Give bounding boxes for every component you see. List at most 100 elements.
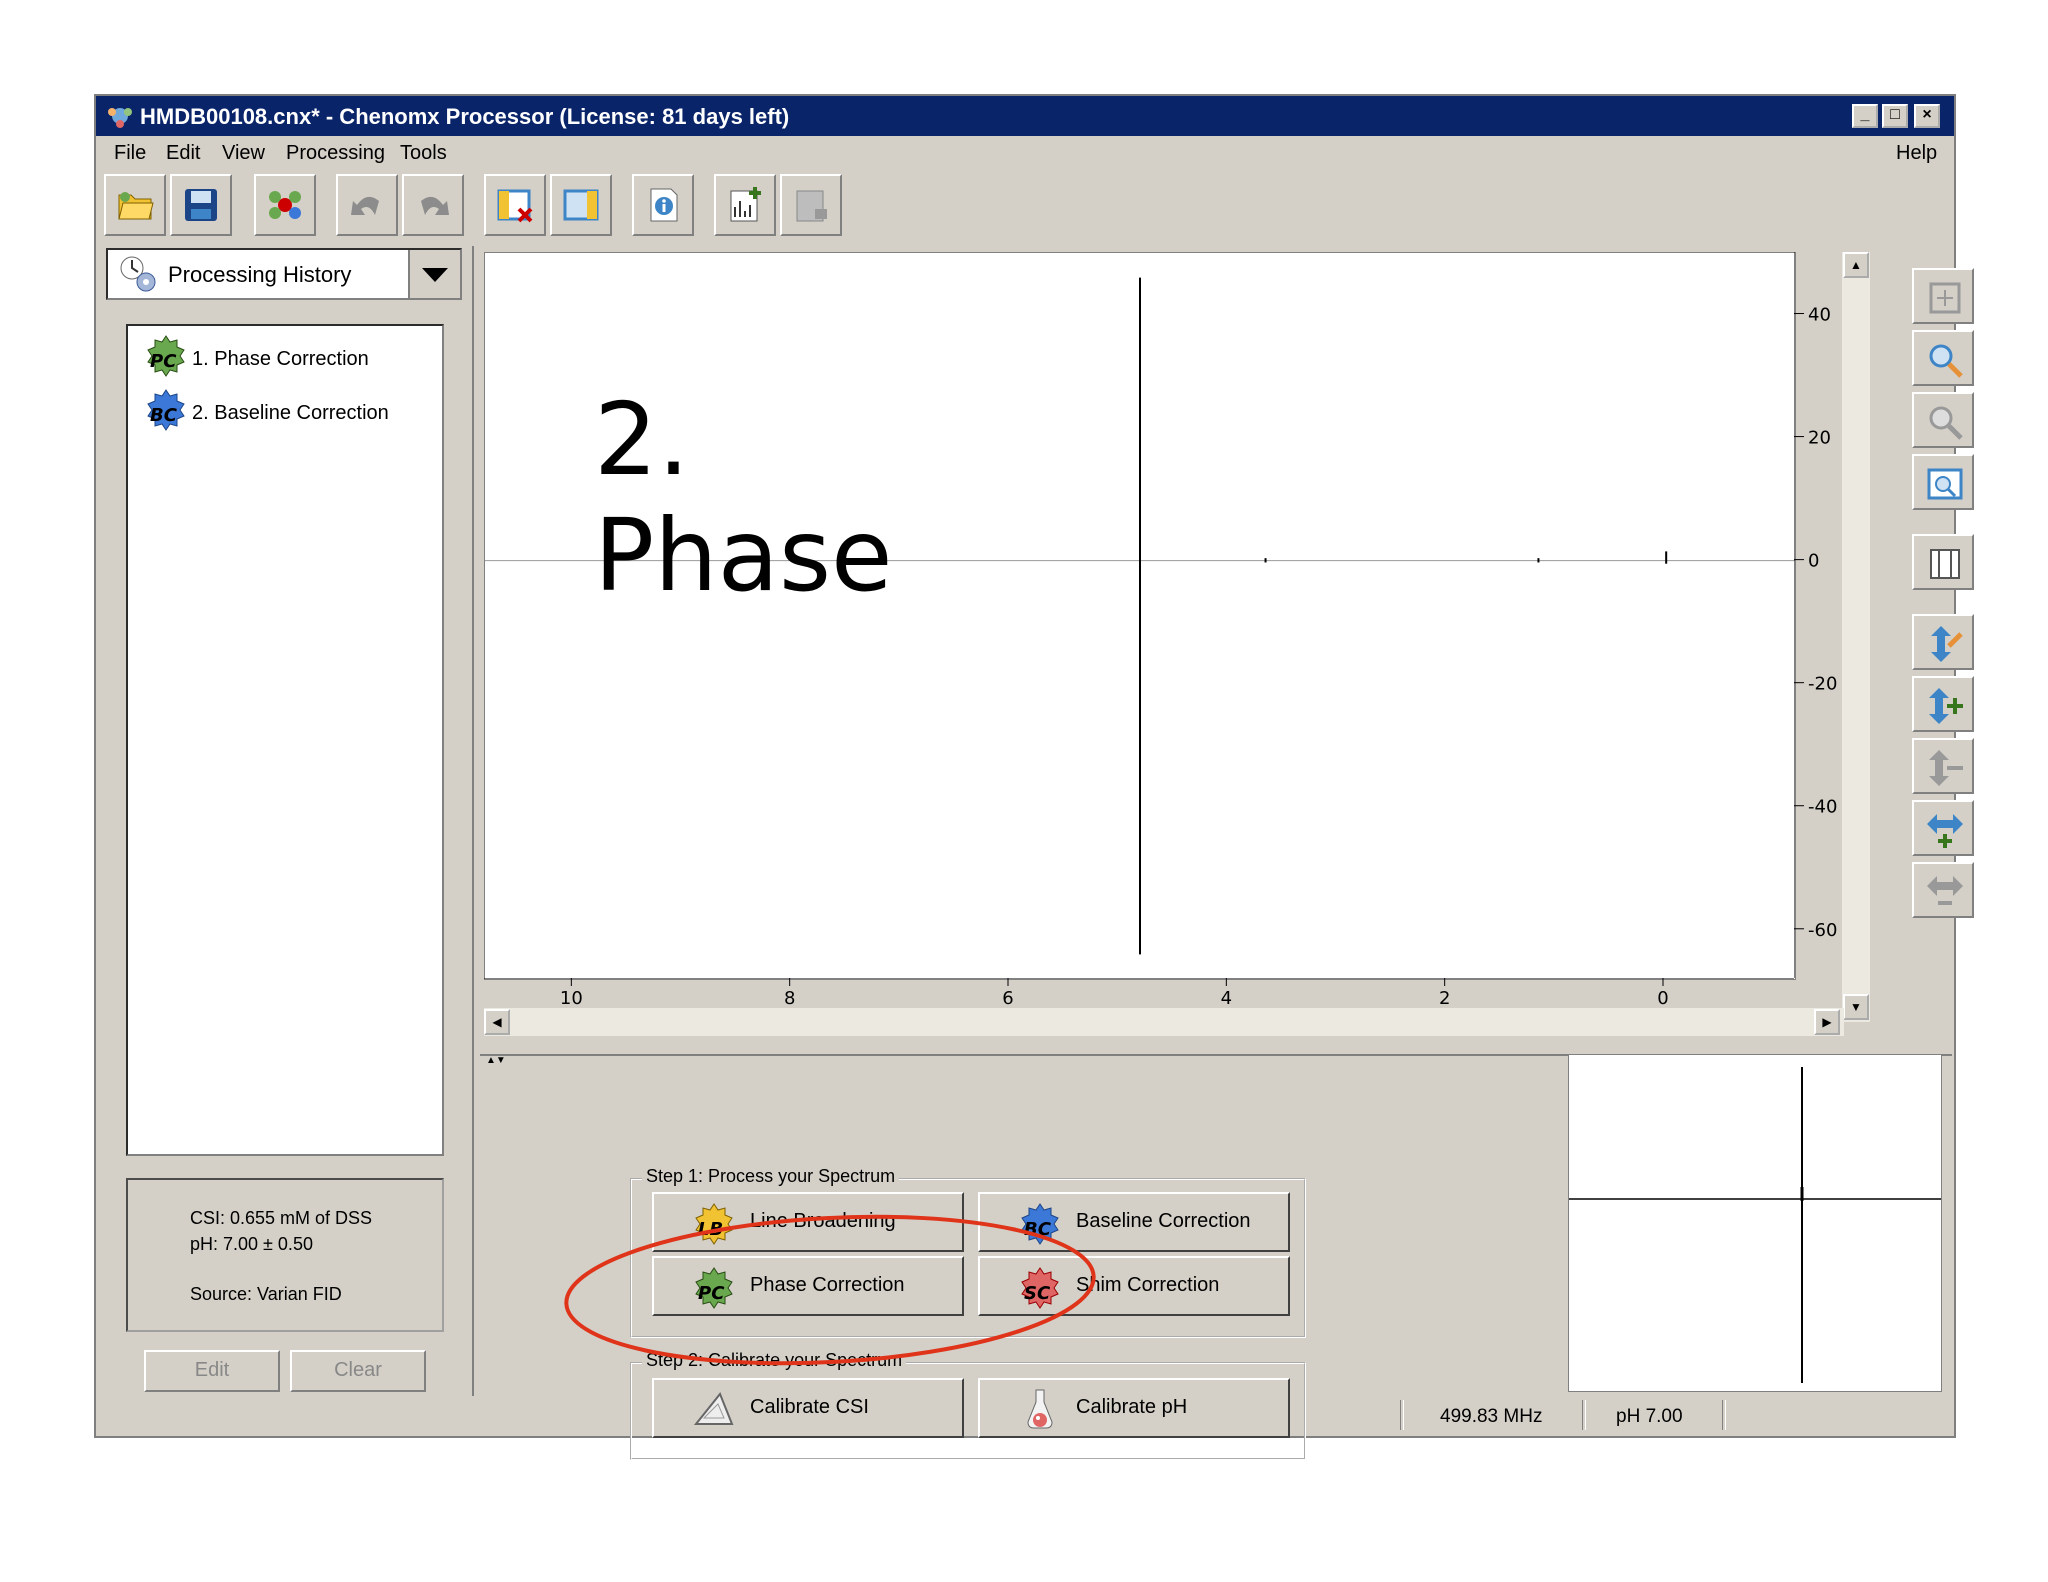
menu-help[interactable]: Help	[1896, 142, 1937, 165]
combo-dropdown-button[interactable]	[408, 250, 460, 298]
add-spectrum-button[interactable]	[714, 174, 776, 236]
chevron-down-icon	[422, 268, 448, 282]
source-info: Source: Varian FID	[190, 1284, 342, 1304]
menu-processing[interactable]: Processing	[286, 142, 385, 165]
menu-file[interactable]: File	[114, 142, 146, 165]
zoom-window-icon	[1927, 468, 1963, 500]
vertical-scrollbar[interactable]: ▲ ▼	[1842, 252, 1870, 1022]
info-icon	[650, 188, 678, 222]
vertical-zoom-in-icon	[1929, 688, 1963, 724]
app-logo-icon	[108, 108, 132, 128]
menu-edit[interactable]: Edit	[166, 142, 200, 165]
zoom-in-icon	[1929, 344, 1963, 378]
splitter[interactable]	[472, 246, 474, 1396]
overview-plot-canvas	[1569, 1067, 1990, 1383]
fit-view-button[interactable]	[1912, 268, 1974, 324]
history-item-label: 2. Baseline Correction	[192, 402, 389, 424]
y-tick-label: -60	[1808, 920, 1837, 941]
scroll-right-button[interactable]: ▶	[1814, 1009, 1840, 1035]
redo-icon	[421, 196, 449, 215]
y-tick-label: 20	[1808, 428, 1831, 449]
x-tick-label: 0	[1657, 988, 1668, 1008]
menu-bar: File Edit View Processing Tools Help	[96, 138, 1954, 168]
plot-tools	[1876, 252, 1974, 1042]
molecule-icon	[269, 191, 301, 219]
x-tick-label: 6	[1002, 988, 1013, 1008]
x-tick-label: 4	[1221, 988, 1232, 1008]
edit-button[interactable]: Edit	[144, 1350, 280, 1392]
y-tick-label: 0	[1808, 551, 1819, 572]
split-panel-icon	[563, 189, 599, 221]
status-separator	[1722, 1400, 1726, 1430]
vertical-zoom-in-button[interactable]	[1912, 676, 1974, 732]
remove-panel-button[interactable]	[484, 174, 546, 236]
y-tick-label: -20	[1808, 674, 1837, 695]
app-window: HMDB00108.cnx* - Chenomx Processor (Lice…	[94, 94, 1990, 1460]
vertical-zoom-out-icon	[1929, 750, 1963, 786]
maximize-button[interactable]: □	[1882, 104, 1908, 128]
frequency-status: 499.83 MHz	[1440, 1406, 1543, 1427]
horizontal-zoom-out-icon	[1927, 876, 1963, 905]
overview-plot[interactable]	[1568, 1054, 1990, 1392]
menu-view[interactable]: View	[222, 142, 265, 165]
status-separator	[1582, 1400, 1586, 1430]
open-icon	[118, 192, 154, 220]
x-tick-label: 2	[1439, 988, 1450, 1008]
save-button[interactable]	[170, 174, 232, 236]
add-spectrum-icon	[730, 187, 761, 222]
processing-history-icon	[120, 256, 156, 292]
scroll-down-button[interactable]: ▼	[1843, 994, 1869, 1020]
minimize-button[interactable]: _	[1852, 104, 1878, 128]
zoom-window-button[interactable]	[1912, 454, 1974, 510]
clear-button[interactable]: Clear	[290, 1350, 426, 1392]
save-icon	[185, 189, 217, 221]
vertical-scale-icon	[1931, 626, 1963, 662]
zoom-out-button[interactable]	[1912, 392, 1974, 448]
history-item-phase-correction[interactable]: PC 1. Phase Correction	[144, 334, 434, 377]
csi-info: CSI: 0.655 mM of DSS	[190, 1208, 373, 1228]
collapse-panel-icon[interactable]: ▲▼	[486, 1056, 516, 1066]
baseline-correction-icon: BC	[147, 389, 185, 431]
columns-icon	[1930, 549, 1960, 579]
undo-button[interactable]	[336, 174, 398, 236]
horizontal-zoom-in-button[interactable]	[1912, 800, 1974, 856]
zoom-out-icon	[1929, 406, 1963, 440]
spectrum-plot[interactable]	[484, 252, 1796, 980]
horizontal-zoom-out-button[interactable]	[1912, 862, 1974, 918]
slide-annotation: 2. Phase	[594, 381, 893, 614]
undo-icon	[351, 196, 379, 215]
scroll-left-button[interactable]: ◀	[484, 1009, 510, 1035]
toolbar	[96, 174, 1954, 242]
remove-panel-icon	[497, 189, 533, 223]
x-axis: 10 8 6 4 2 0	[484, 977, 1794, 1009]
horizontal-scrollbar[interactable]: ◀ ▶	[484, 1008, 1844, 1036]
history-item-label: 1. Phase Correction	[192, 348, 369, 370]
vertical-scale-button[interactable]	[1912, 614, 1974, 670]
history-item-baseline-correction[interactable]: BC 2. Baseline Correction	[144, 388, 434, 431]
split-panel-button[interactable]	[550, 174, 612, 236]
redo-button[interactable]	[402, 174, 464, 236]
vertical-zoom-out-button[interactable]	[1912, 738, 1974, 794]
svg-text:BC: BC	[150, 405, 178, 426]
remove-spectrum-button[interactable]	[780, 174, 842, 236]
step1-title: Step 1: Process your Spectrum	[642, 1166, 900, 1187]
molecule-button[interactable]	[254, 174, 316, 236]
ph-info: pH: 7.00 ± 0.50	[190, 1234, 313, 1254]
spectrum-info-box: CSI: 0.655 mM of DSS pH: 7.00 ± 0.50 Sou…	[126, 1178, 444, 1332]
ph-status: pH 7.00	[1616, 1406, 1683, 1427]
highlight-ellipse	[564, 1214, 1096, 1366]
history-list: PC 1. Phase Correction BC 2. Baseline Co…	[126, 324, 444, 1156]
close-button[interactable]: ×	[1914, 104, 1940, 128]
processing-history-combo[interactable]: Processing History	[106, 248, 462, 300]
remove-spectrum-icon	[796, 190, 827, 222]
zoom-in-button[interactable]	[1912, 330, 1974, 386]
x-tick-label: 10	[560, 988, 583, 1008]
y-tick-label: -40	[1808, 797, 1837, 818]
status-bar: 499.83 MHz pH 7.00	[96, 1398, 1954, 1436]
svg-text:PC: PC	[150, 351, 177, 372]
info-button[interactable]	[632, 174, 694, 236]
scroll-up-button[interactable]: ▲	[1843, 252, 1869, 278]
open-button[interactable]	[104, 174, 166, 236]
menu-tools[interactable]: Tools	[400, 142, 447, 165]
columns-view-button[interactable]	[1912, 534, 1974, 590]
